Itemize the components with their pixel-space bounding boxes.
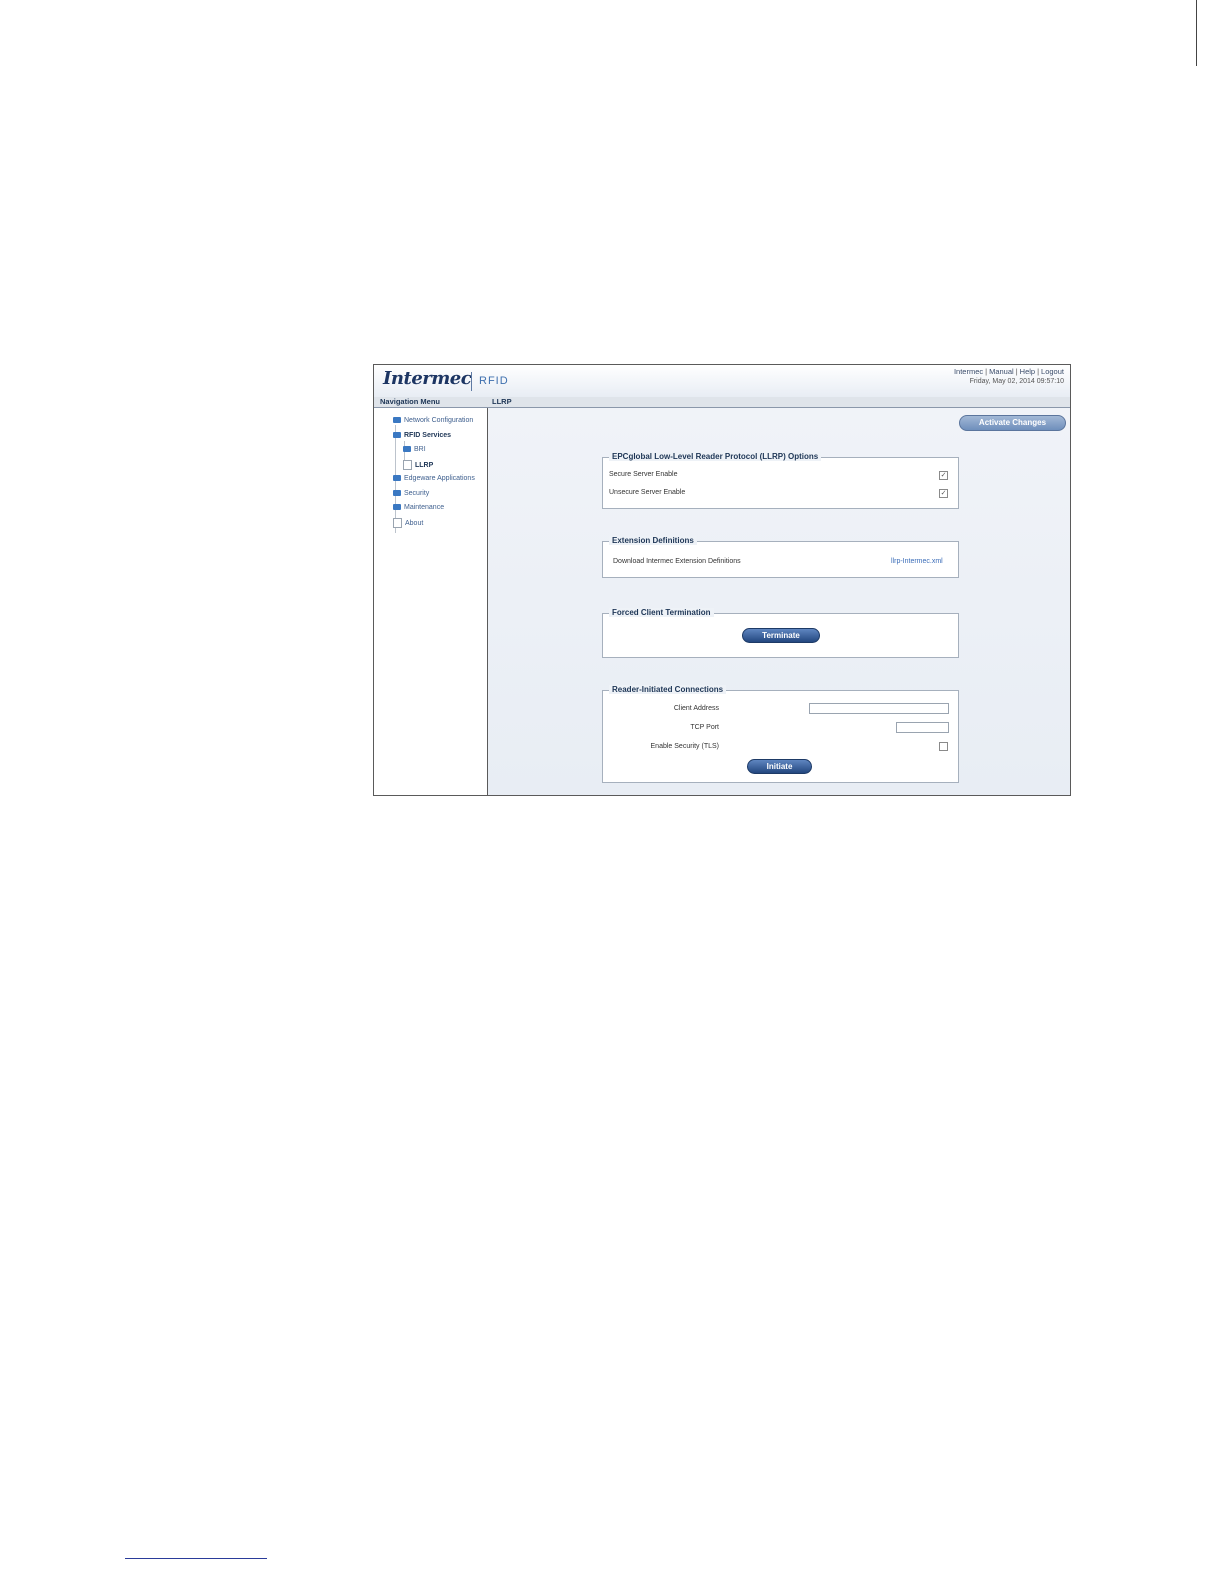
unsecure-server-label: Unsecure Server Enable <box>609 489 686 496</box>
logo-divider <box>471 372 472 391</box>
logout-link[interactable]: Logout <box>1041 367 1064 376</box>
forced-client-termination-group: Forced Client Termination Terminate <box>602 608 959 658</box>
intermec-link[interactable]: Intermec <box>954 367 983 376</box>
activate-changes-button[interactable]: Activate Changes <box>959 415 1066 431</box>
sidebar-item-llrp[interactable]: LLRP <box>403 460 433 470</box>
client-address-label: Client Address <box>673 705 719 712</box>
extension-definitions-legend: Extension Definitions <box>609 536 697 545</box>
main-content: Activate Changes EPCglobal Low-Level Rea… <box>488 408 1070 795</box>
navigation-menu-title: Navigation Menu <box>380 397 441 406</box>
terminate-button[interactable]: Terminate <box>742 628 820 643</box>
tcp-port-label: TCP Port <box>690 724 719 731</box>
secure-server-label: Secure Server Enable <box>609 471 678 478</box>
secure-server-checkbox[interactable]: ✓ <box>939 471 948 480</box>
reader-initiated-connections-group: Reader-Initiated Connections Client Addr… <box>602 685 959 783</box>
rfid-logo-label: RFID <box>479 375 509 387</box>
page-icon <box>403 460 412 470</box>
folder-icon <box>393 417 401 424</box>
llrp-intermec-xml-link[interactable]: llrp-Intermec.xml <box>891 558 943 565</box>
client-address-input[interactable] <box>809 703 949 714</box>
llrp-options-legend: EPCglobal Low-Level Reader Protocol (LLR… <box>609 452 822 461</box>
folder-icon <box>403 446 411 453</box>
header-datetime: Friday, May 02, 2014 09:57:10 <box>969 378 1064 385</box>
intermec-logo: Intermec <box>383 368 472 389</box>
page-corner-line <box>1196 0 1197 66</box>
footer-rule <box>125 1558 267 1559</box>
browser-screenshot: Intermec RFID Intermec | Manual | Help | Logou… <box>373 364 1071 796</box>
enable-tls-checkbox[interactable] <box>939 742 948 751</box>
app-header: Intermec RFID Intermec | Manual | Help | Logou… <box>374 365 1070 398</box>
sidebar-item-maintenance[interactable]: Maintenance <box>393 504 444 511</box>
sidebar-item-security[interactable]: Security <box>393 490 429 497</box>
help-link[interactable]: Help <box>1020 367 1035 376</box>
extension-definitions-group: Extension Definitions Download Intermec … <box>602 536 959 578</box>
tcp-port-input[interactable] <box>896 722 949 733</box>
unsecure-server-checkbox[interactable]: ✓ <box>939 489 948 498</box>
reader-initiated-connections-legend: Reader-Initiated Connections <box>609 685 727 694</box>
navigation-menu: Network Configuration RFID Services BRI … <box>374 408 488 795</box>
forced-client-termination-legend: Forced Client Termination <box>609 608 714 617</box>
page-icon <box>393 518 402 528</box>
folder-icon <box>393 475 401 482</box>
initiate-button[interactable]: Initiate <box>747 759 812 774</box>
manual-link[interactable]: Manual <box>989 367 1014 376</box>
folder-icon <box>393 504 401 511</box>
sidebar-item-edgeware-applications[interactable]: Edgeware Applications <box>393 475 475 482</box>
page-title: LLRP <box>492 397 512 406</box>
sidebar-item-about[interactable]: About <box>393 518 423 528</box>
download-extensions-label: Download Intermec Extension Definitions <box>613 558 741 565</box>
title-bar: Navigation Menu LLRP <box>374 397 1070 408</box>
header-links: Intermec | Manual | Help | Logout <box>953 367 1064 376</box>
enable-tls-label: Enable Security (TLS) <box>650 743 719 750</box>
llrp-options-group: EPCglobal Low-Level Reader Protocol (LLR… <box>602 452 959 509</box>
sidebar-item-rfid-services[interactable]: RFID Services <box>393 432 451 439</box>
folder-icon <box>393 432 401 439</box>
sidebar-item-network-configuration[interactable]: Network Configuration <box>393 417 473 424</box>
sidebar-item-bri[interactable]: BRI <box>403 446 426 453</box>
folder-icon <box>393 490 401 497</box>
